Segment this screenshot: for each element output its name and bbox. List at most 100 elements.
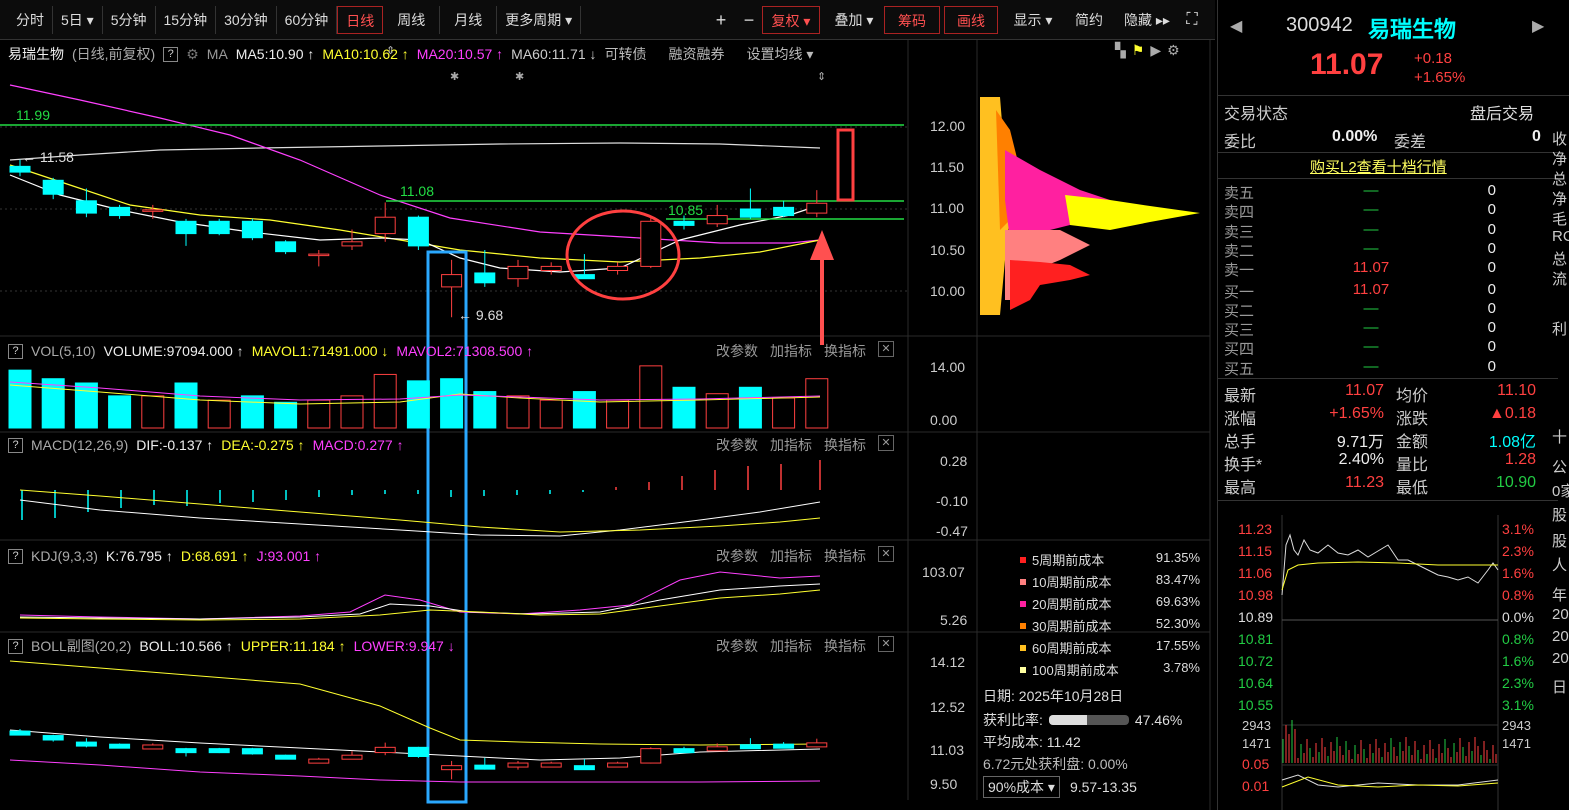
chip-info: 日期: 2025年10月28日 获利比率: 47.46% 平均成本: 11.42… — [983, 686, 1208, 798]
level-label: 卖三 — [1224, 223, 1255, 241]
candle — [806, 202, 828, 214]
volume-bar — [805, 378, 829, 429]
boll-candle — [806, 742, 828, 748]
candle — [739, 208, 761, 218]
highlight-blue-box — [426, 250, 468, 804]
close-icon[interactable]: ✕ — [878, 636, 894, 652]
next-stock-icon[interactable]: ▶ — [1532, 16, 1544, 36]
stat-value: 11.07 — [1345, 382, 1384, 399]
chip-legend-row: 5周期前成本 91.35% — [1020, 550, 1200, 570]
switch-indicator-button[interactable]: 换指标 — [824, 546, 866, 566]
level-price: — — [1363, 239, 1379, 257]
bid-row: 买四 — 0 — [1224, 338, 1544, 358]
switch-indicator-button[interactable]: 换指标 — [824, 435, 866, 455]
vol-axis-label: 14.00 — [930, 359, 966, 375]
level-volume: 0 — [1487, 338, 1496, 356]
level-label: 卖四 — [1224, 204, 1255, 222]
macd-legend: ? MACD(12,26,9) DIF:-0.137 ↑ DEA:-0.275 … — [8, 435, 404, 455]
volume-bar — [606, 399, 630, 429]
volume-bar — [274, 401, 298, 429]
boll-upper-value: UPPER:11.184 ↑ — [240, 638, 346, 654]
switch-indicator-button[interactable]: 换指标 — [824, 636, 866, 656]
chip-legend-value: 83.47% — [1155, 572, 1200, 587]
candle — [474, 272, 496, 284]
level-10-85-label: 10.85 — [668, 202, 704, 218]
kdj-panel-buttons: 改参数 加指标 换指标 ✕ — [716, 546, 906, 566]
dif-line — [19, 499, 821, 537]
boll-upper-line — [9, 660, 821, 746]
cost-range-row: 90%成本 ▾ 9.57-13.35 — [983, 776, 1208, 798]
help-icon[interactable]: ? — [8, 638, 23, 654]
trade-status-label: 交易状态 — [1224, 106, 1289, 123]
edge-truncated-text: 20 — [1552, 628, 1569, 645]
vol-axis-label: 0.00 — [930, 412, 958, 428]
help-icon[interactable]: ? — [8, 343, 23, 359]
price-axis-label: 10.00 — [930, 283, 966, 299]
intraday-pct-label: 1.6% — [1502, 653, 1534, 669]
boll-candle — [9, 730, 31, 736]
vol-title: VOL(5,10) — [31, 343, 96, 359]
edge-truncated-text: 年 — [1552, 587, 1568, 604]
candle — [507, 265, 529, 280]
intraday-price-label: 11.06 — [1238, 565, 1272, 581]
bid-row: 买二 — 0 — [1224, 300, 1544, 320]
boll-lower-line — [9, 759, 821, 783]
boll-candle — [640, 748, 662, 764]
macd-axis-label: -0.10 — [936, 493, 968, 509]
chip-legend-label: 5周期前成本 — [1020, 550, 1104, 570]
edge-truncated-text: 毛 — [1552, 211, 1568, 228]
help-icon[interactable]: ? — [8, 437, 23, 453]
add-indicator-button[interactable]: 加指标 — [770, 546, 812, 566]
dea-line — [19, 489, 821, 533]
intraday-macd-label: 0.01 — [1242, 778, 1270, 794]
buy-l2-link[interactable]: 购买L2查看十档行情 — [1310, 156, 1447, 177]
stat-label: 最低 — [1396, 480, 1429, 497]
edge-truncated-text: 股 — [1552, 533, 1568, 550]
close-icon[interactable]: ✕ — [878, 341, 894, 357]
edit-params-button[interactable]: 改参数 — [716, 435, 758, 455]
kdj-axis-label: 103.07 — [922, 564, 965, 580]
boll-candle — [706, 746, 728, 752]
level-price: — — [1363, 357, 1379, 375]
level-label: 卖五 — [1224, 185, 1255, 202]
candle — [773, 206, 795, 217]
boll-candle — [540, 762, 562, 768]
ask-row: 卖五 — 0 — [1224, 182, 1544, 202]
add-indicator-button[interactable]: 加指标 — [770, 636, 812, 656]
level-price: — — [1363, 182, 1379, 199]
prev-stock-icon[interactable]: ◀ — [1230, 16, 1242, 36]
help-icon[interactable]: ? — [8, 548, 23, 564]
boll-axis-label: 14.12 — [930, 654, 966, 670]
svg-text:✱: ✱ — [450, 70, 459, 83]
add-indicator-button[interactable]: 加指标 — [770, 435, 812, 455]
candle — [42, 179, 64, 195]
chip-legend-value: 17.55% — [1155, 638, 1200, 653]
volume-bar — [108, 395, 132, 429]
edit-params-button[interactable]: 改参数 — [716, 636, 758, 656]
boll-axis-label: 12.52 — [930, 699, 966, 715]
boll-candle — [607, 762, 629, 768]
bid-row: 买一 11.07 0 — [1224, 280, 1544, 301]
edge-truncated-text: 总 — [1552, 171, 1568, 188]
close-icon[interactable]: ✕ — [878, 435, 894, 451]
close-icon[interactable]: ✕ — [878, 546, 894, 562]
switch-indicator-button[interactable]: 换指标 — [824, 341, 866, 361]
candle — [374, 216, 396, 235]
macd-title: MACD(12,26,9) — [31, 437, 129, 453]
edge-truncated-text: 公 — [1552, 459, 1568, 476]
vol-panel-buttons: 改参数 加指标 换指标 ✕ — [716, 341, 906, 361]
stat-value: 1.28 — [1504, 451, 1536, 468]
edit-params-button[interactable]: 改参数 — [716, 341, 758, 361]
intraday-vol-label: 2943 — [1502, 718, 1531, 733]
level-volume: 0 — [1487, 182, 1496, 199]
level-label: 卖一 — [1224, 262, 1255, 280]
boll-candle — [308, 758, 330, 764]
cost-percent-select[interactable]: 90%成本 ▾ — [983, 776, 1060, 798]
avg-cost: 平均成本: 11.42 — [983, 734, 1081, 750]
edit-params-button[interactable]: 改参数 — [716, 546, 758, 566]
kdj-legend: ? KDJ(9,3,3) K:76.795 ↑ D:68.691 ↑ J:93.… — [8, 546, 321, 566]
level-volume: 0 — [1487, 280, 1496, 298]
add-indicator-button[interactable]: 加指标 — [770, 341, 812, 361]
last-price: 11.07 — [1310, 48, 1384, 81]
edge-truncated-text: 净 — [1552, 151, 1568, 168]
